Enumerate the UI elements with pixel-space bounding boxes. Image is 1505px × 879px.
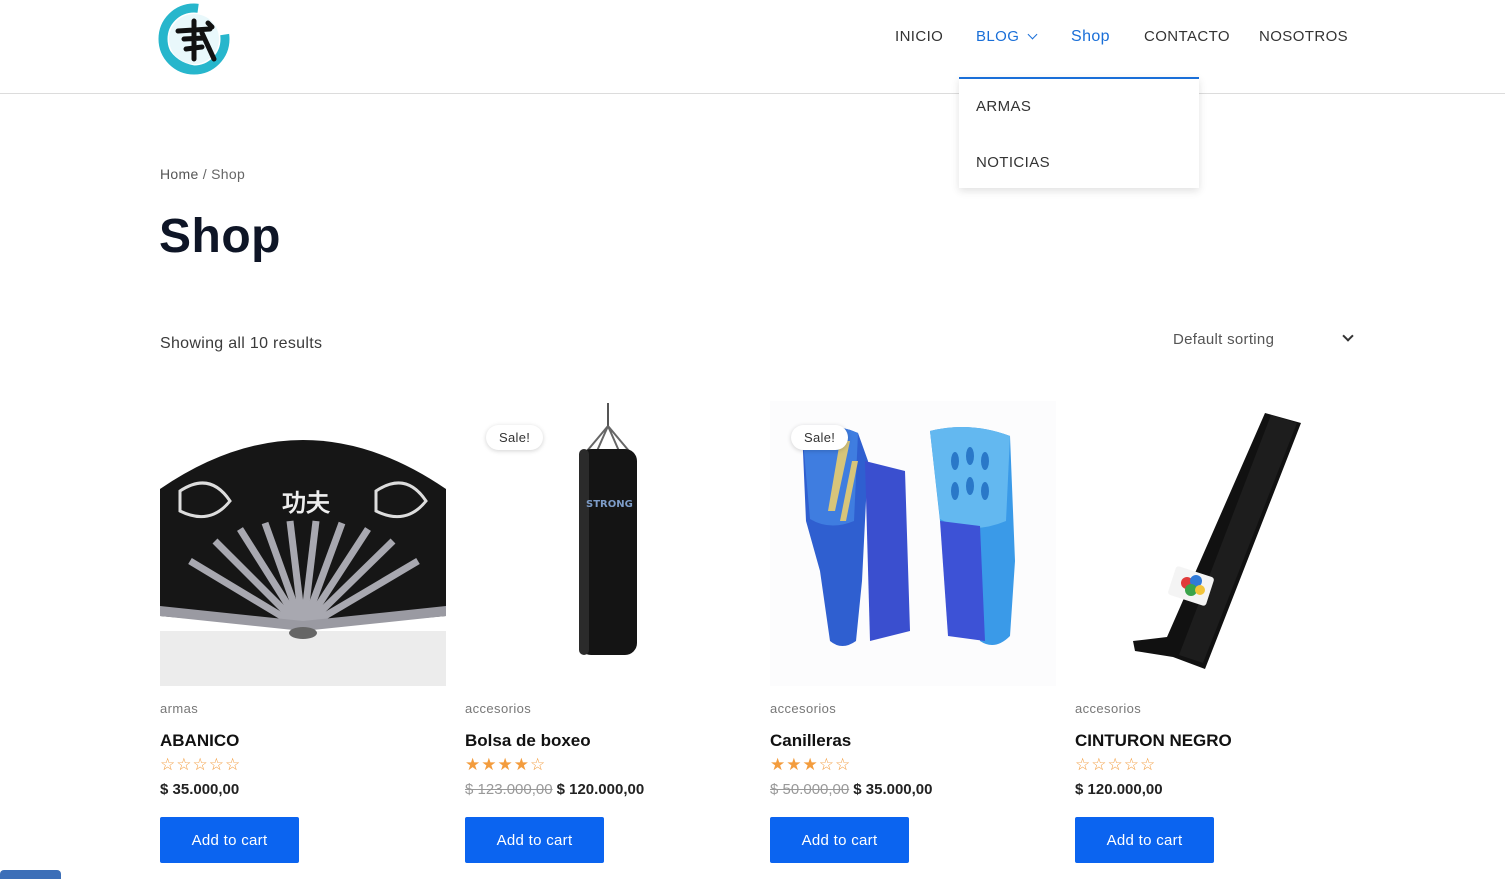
star-rating: ☆☆☆☆☆: [1075, 755, 1157, 774]
add-to-cart-button[interactable]: Add to cart: [160, 817, 299, 863]
result-count: Showing all 10 results: [160, 335, 323, 352]
black-belt-icon: [1133, 413, 1301, 669]
product-price: $ 123.000,00 $ 120.000,00: [465, 781, 644, 798]
add-to-cart-button[interactable]: Add to cart: [1075, 817, 1214, 863]
product-price: $ 120.000,00: [1075, 781, 1163, 798]
product-category: accesorios: [770, 701, 837, 716]
product-image[interactable]: STRONG Sale!: [465, 401, 751, 686]
add-to-cart-button[interactable]: Add to cart: [770, 817, 909, 863]
status-tab[interactable]: [0, 870, 61, 879]
nav-item-blog-label: BLOG: [976, 28, 1020, 45]
product-image[interactable]: [1075, 401, 1361, 686]
chevron-down-icon: [1027, 29, 1038, 40]
star-rating: ★★★☆☆: [770, 755, 852, 774]
site-header: INICIO BLOG Shop CONTACTO NOSOTROS: [0, 0, 1505, 94]
chevron-down-icon: [1342, 330, 1354, 342]
product-price-current: $ 120.000,00: [1075, 781, 1163, 798]
product-category: accesorios: [1075, 701, 1142, 716]
star-rating: ☆☆☆☆☆: [160, 755, 242, 774]
product-card: STRONG Sale! accesorios Bolsa de boxeo ★…: [465, 401, 751, 871]
product-card: 功夫 armas ABANICO ☆☆☆☆☆ $ 35.000,00 Add t…: [160, 401, 446, 871]
svg-text:功夫: 功夫: [282, 489, 331, 517]
page-title: Shop: [159, 210, 281, 263]
svg-text:STRONG: STRONG: [586, 499, 633, 510]
sorting-selected-value: Default sorting: [1173, 331, 1275, 348]
nav-item-contacto[interactable]: CONTACTO: [1144, 28, 1230, 45]
product-category: accesorios: [465, 701, 532, 716]
dropdown-item-armas[interactable]: ARMAS: [976, 98, 1031, 115]
dropdown-item-noticias[interactable]: NOTICIAS: [976, 154, 1050, 171]
breadcrumb: Home / Shop: [160, 166, 245, 182]
sale-badge: Sale!: [791, 425, 849, 450]
product-card: accesorios CINTURON NEGRO ☆☆☆☆☆ $ 120.00…: [1075, 401, 1361, 871]
product-title[interactable]: Canilleras: [770, 731, 851, 751]
nav-item-nosotros[interactable]: NOSOTROS: [1259, 28, 1348, 45]
product-price: $ 35.000,00: [160, 781, 239, 798]
product-price-old: $ 50.000,00: [770, 781, 850, 798]
product-title[interactable]: CINTURON NEGRO: [1075, 731, 1232, 751]
black-folding-fan-icon: 功夫: [160, 401, 446, 686]
breadcrumb-separator: /: [202, 166, 207, 182]
nav-item-inicio[interactable]: INICIO: [895, 28, 943, 45]
add-to-cart-button[interactable]: Add to cart: [465, 817, 604, 863]
star-rating: ★★★★☆: [465, 755, 547, 774]
product-price-current: $ 35.000,00: [160, 781, 240, 798]
product-image[interactable]: 功夫: [160, 401, 446, 686]
product-price-old: $ 123.000,00: [465, 781, 553, 798]
breadcrumb-current: Shop: [211, 166, 246, 182]
nav-item-blog[interactable]: BLOG: [976, 28, 1038, 45]
product-price: $ 50.000,00 $ 35.000,00: [770, 781, 933, 798]
sorting-select[interactable]: Default sorting: [1164, 326, 1360, 354]
breadcrumb-home-link[interactable]: Home: [160, 166, 199, 182]
product-card: Sale! accesorios Canilleras ★★★☆☆ $ 50.0…: [770, 401, 1056, 871]
main-nav: INICIO BLOG Shop CONTACTO NOSOTROS: [0, 28, 1505, 48]
product-price-current: $ 120.000,00: [556, 781, 645, 798]
product-image[interactable]: Sale!: [770, 401, 1056, 686]
blog-dropdown-menu: ARMAS NOTICIAS: [959, 77, 1199, 188]
product-title[interactable]: Bolsa de boxeo: [465, 731, 591, 751]
product-price-current: $ 35.000,00: [853, 781, 933, 798]
product-title[interactable]: ABANICO: [160, 731, 239, 751]
product-category: armas: [160, 701, 199, 716]
sale-badge: Sale!: [486, 425, 544, 450]
nav-item-shop[interactable]: Shop: [1071, 28, 1110, 46]
